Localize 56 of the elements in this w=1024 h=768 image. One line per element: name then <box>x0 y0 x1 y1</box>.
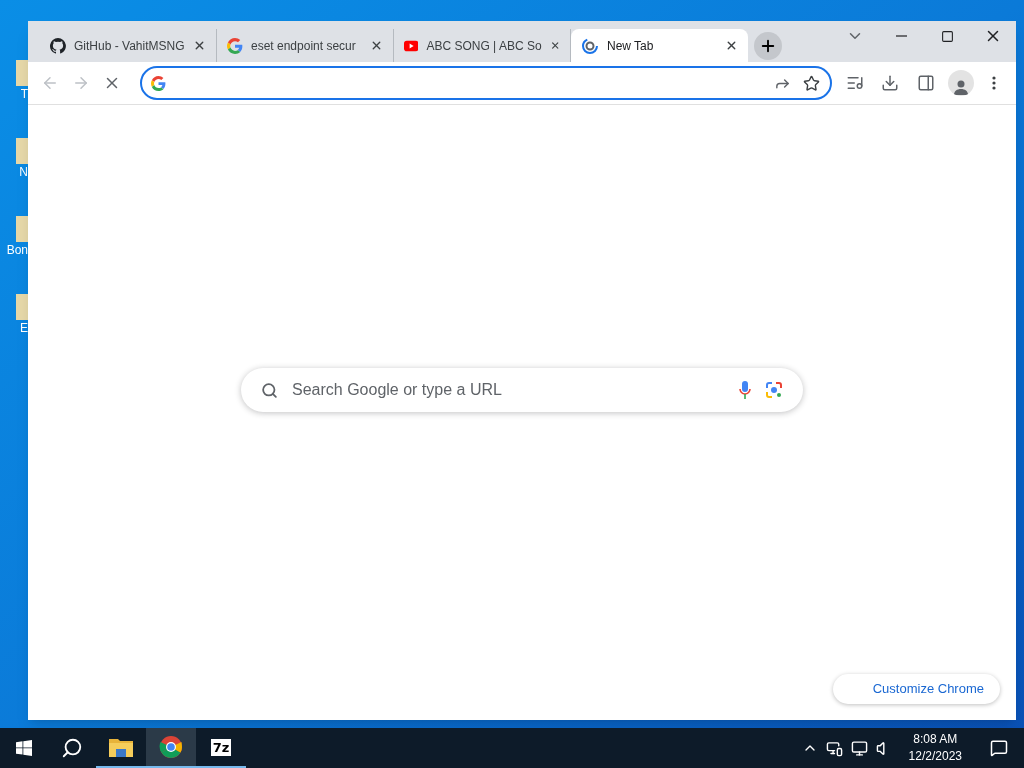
loading-spinner-icon <box>581 36 599 55</box>
windows-logo-icon <box>16 740 32 756</box>
tab-title: New Tab <box>607 37 655 55</box>
browser-tab[interactable]: GitHub - VahitMSNG <box>40 29 217 62</box>
forward-arrow-icon <box>72 74 90 92</box>
microphone-icon[interactable] <box>739 381 751 399</box>
address-bar[interactable] <box>140 66 832 100</box>
profile-button[interactable] <box>948 70 974 96</box>
minimize-icon <box>895 35 907 37</box>
side-panel-icon <box>916 74 935 92</box>
search-icon <box>61 737 83 759</box>
new-tab-button[interactable] <box>754 32 782 60</box>
network-icon[interactable] <box>850 739 868 757</box>
close-icon[interactable] <box>370 39 383 52</box>
folder-icon <box>109 737 133 757</box>
person-icon <box>952 78 970 96</box>
notifications-icon[interactable] <box>990 739 1008 757</box>
desktop-shortcut-icon[interactable] <box>14 216 28 242</box>
desktop-icon-label: N <box>19 166 28 178</box>
camera-lens-icon[interactable] <box>765 381 783 399</box>
taskbar-app-button[interactable]: 7z <box>196 728 246 768</box>
youtube-icon <box>404 38 419 53</box>
tab-title: ABC SONG | ABC So <box>426 37 542 55</box>
download-icon <box>881 74 900 92</box>
clock-date: 12/2/2023 <box>908 748 962 765</box>
desktop-shortcut-icon[interactable] <box>14 294 28 320</box>
google-icon <box>227 37 243 54</box>
clock[interactable]: 8:08 AM 12/2/2023 <box>900 731 970 765</box>
search-icon <box>261 381 278 399</box>
desktop-icon-label: E <box>20 322 28 334</box>
menu-icon <box>992 76 997 90</box>
clock-time: 8:08 AM <box>913 731 958 748</box>
tab-title: GitHub - VahitMSNG <box>74 37 185 55</box>
desktop-shortcut-icon[interactable] <box>14 60 28 86</box>
close-icon[interactable] <box>725 39 738 52</box>
maximize-icon <box>940 29 954 43</box>
tab-title: eset endpoint secur <box>251 37 357 55</box>
close-icon[interactable] <box>193 39 206 52</box>
taskbar-app-button[interactable] <box>146 728 196 768</box>
search-field[interactable]: Search Google or type a URL <box>241 368 803 412</box>
search-input[interactable]: Search Google or type a URL <box>292 378 725 402</box>
bookmark-star-icon[interactable] <box>802 74 820 92</box>
plus-icon <box>759 37 777 55</box>
google-icon <box>151 75 166 91</box>
chrome-icon <box>159 735 183 759</box>
customize-chrome-button[interactable]: Customize Chrome <box>832 674 1000 704</box>
browser-tab[interactable]: New Tab <box>571 29 748 62</box>
desktop-shortcut-icon[interactable] <box>14 138 28 164</box>
seven-zip-logo: 7z <box>210 738 232 756</box>
github-icon <box>50 37 66 54</box>
sync-device-icon[interactable] <box>825 739 843 757</box>
desktop-icon-label: Bon <box>6 244 28 256</box>
music-list-icon <box>846 74 865 92</box>
desktop-icon-label: T <box>20 88 28 100</box>
close-icon[interactable] <box>549 39 560 52</box>
browser-tab[interactable]: eset endpoint secur <box>217 29 394 62</box>
